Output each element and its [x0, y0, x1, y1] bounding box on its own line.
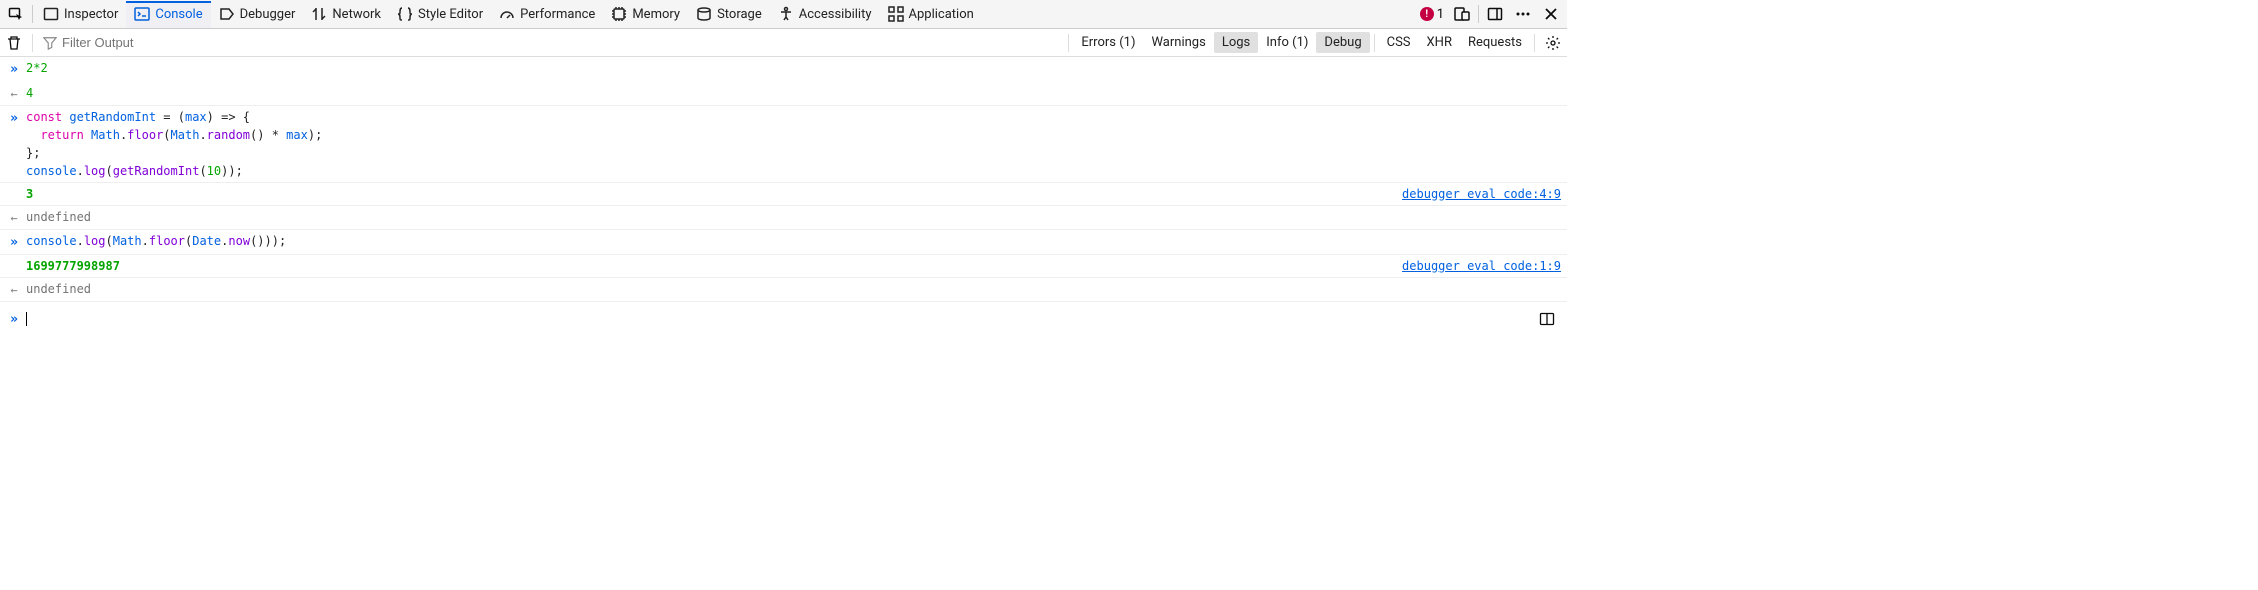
input-chevron-icon [6, 59, 22, 80]
console-input-row: console.log(Math.floor(Date.now())); [0, 230, 1567, 256]
tab-memory[interactable]: Memory [603, 1, 688, 28]
console-input-row: const getRandomInt = (max) => { return M… [0, 106, 1567, 183]
tab-accessibility[interactable]: Accessibility [770, 1, 880, 28]
more-icon[interactable] [1509, 1, 1537, 28]
tab-memory-label: Memory [632, 7, 680, 22]
tab-style-editor[interactable]: Style Editor [389, 1, 491, 28]
log-value: 1699777998987 [22, 257, 1394, 275]
source-link[interactable]: debugger eval code:1:9 [1394, 257, 1561, 275]
divider [1534, 34, 1535, 52]
console-filter-bar: Errors (1) Warnings Logs Info (1) Debug … [0, 29, 1567, 57]
source-link[interactable]: debugger eval code:4:9 [1394, 185, 1561, 203]
dock-side-icon[interactable] [1481, 1, 1509, 28]
log-value: 3 [22, 185, 1394, 203]
filter-requests[interactable]: Requests [1460, 32, 1530, 53]
console-input-row: 2*2 [0, 57, 1567, 82]
output-value: 4 [22, 84, 1561, 102]
console-output-row: undefined [0, 278, 1567, 302]
divider [1068, 34, 1069, 52]
devtools-toolbar: Inspector Console Debugger Network Style… [0, 0, 1567, 29]
tab-console[interactable]: Console [126, 1, 210, 28]
console-output-row: undefined [0, 206, 1567, 230]
console-log-row: 3 debugger eval code:4:9 [0, 183, 1567, 206]
text-cursor [26, 312, 27, 326]
filter-debug[interactable]: Debug [1316, 32, 1369, 53]
output-value: undefined [22, 208, 1561, 226]
console-prompt-row[interactable] [0, 302, 1567, 335]
tab-storage[interactable]: Storage [688, 1, 770, 28]
input-chevron-icon [6, 232, 22, 253]
tab-network[interactable]: Network [303, 1, 389, 28]
tab-debugger-label: Debugger [240, 7, 296, 22]
filter-errors[interactable]: Errors (1) [1073, 32, 1143, 53]
input-chevron-icon [6, 108, 22, 129]
tab-performance-label: Performance [520, 7, 595, 22]
split-editor-icon[interactable] [1533, 305, 1561, 332]
error-icon [1420, 7, 1434, 21]
input-code: const getRandomInt = (max) => { return M… [22, 108, 1561, 180]
tab-style-editor-label: Style Editor [418, 7, 483, 22]
output-value: undefined [22, 280, 1561, 298]
output-arrow-icon [6, 84, 22, 103]
divider [1374, 34, 1375, 52]
tab-performance[interactable]: Performance [491, 1, 603, 28]
tab-console-label: Console [155, 7, 202, 22]
divider [1478, 5, 1479, 23]
error-badge[interactable]: 1 [1416, 5, 1448, 24]
clear-console-icon[interactable] [0, 29, 28, 56]
divider [32, 34, 33, 52]
output-arrow-icon [6, 280, 22, 299]
tab-network-label: Network [332, 7, 381, 22]
tab-storage-label: Storage [717, 7, 762, 22]
tab-debugger[interactable]: Debugger [211, 1, 304, 28]
filter-xhr[interactable]: XHR [1419, 32, 1460, 53]
pick-element-icon[interactable] [2, 1, 30, 28]
blank-icon [6, 257, 22, 258]
responsive-mode-icon[interactable] [1448, 1, 1476, 28]
input-code: 2*2 [22, 59, 1561, 77]
filter-info[interactable]: Info (1) [1258, 32, 1316, 53]
blank-icon [6, 185, 22, 186]
filter-warnings[interactable]: Warnings [1143, 32, 1213, 53]
tab-accessibility-label: Accessibility [799, 7, 872, 22]
error-count: 1 [1437, 7, 1444, 22]
console-log-row: 1699777998987 debugger eval code:1:9 [0, 255, 1567, 278]
input-code: console.log(Math.floor(Date.now())); [22, 232, 1561, 250]
input-chevron-icon [6, 311, 22, 327]
console-output-row: 4 [0, 82, 1567, 106]
filter-logs[interactable]: Logs [1214, 32, 1258, 53]
tab-inspector[interactable]: Inspector [35, 1, 126, 28]
tab-application-label: Application [909, 7, 974, 22]
console-output: 2*2 4 const getRandomInt = (max) => { re… [0, 57, 1567, 335]
filter-input-wrap [37, 35, 1064, 50]
close-icon[interactable] [1537, 1, 1565, 28]
tab-application[interactable]: Application [880, 1, 982, 28]
filter-css[interactable]: CSS [1379, 32, 1419, 53]
tab-inspector-label: Inspector [64, 7, 118, 22]
funnel-icon [43, 36, 57, 50]
settings-icon[interactable] [1539, 29, 1567, 56]
filter-input[interactable] [62, 35, 1058, 50]
divider [32, 5, 33, 23]
output-arrow-icon [6, 208, 22, 227]
